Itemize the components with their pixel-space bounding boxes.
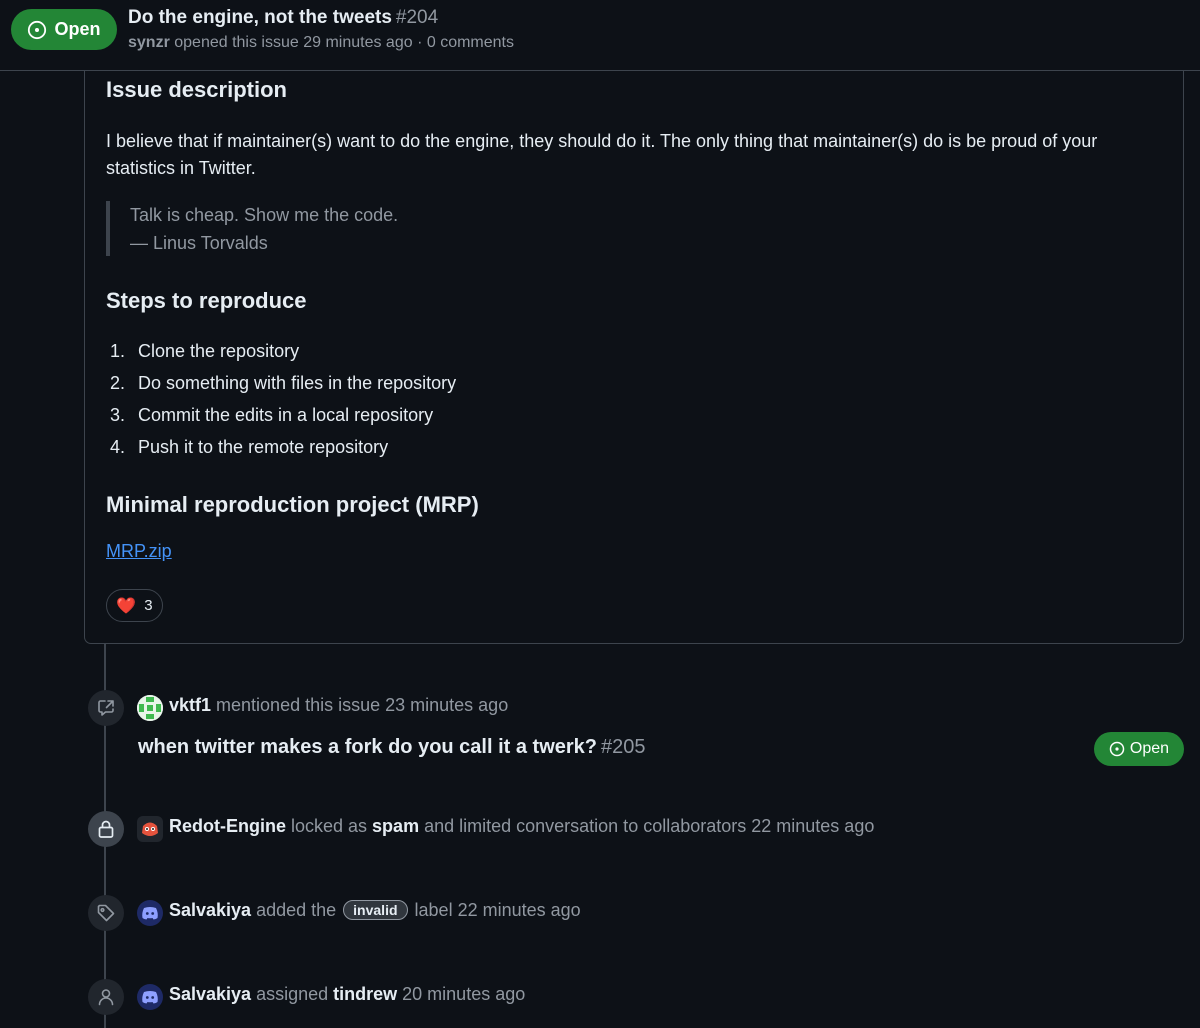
event-text: locked as — [286, 816, 373, 836]
timeline-event-lock: Redot-Engine locked as spam and limited … — [169, 816, 874, 837]
issue-meta-text: opened this issue 29 minutes ago · 0 com… — [169, 34, 514, 51]
heading-issue-description: Issue description — [106, 77, 287, 102]
tag-icon — [97, 904, 115, 922]
issue-author-link[interactable]: synzr — [128, 34, 170, 51]
quote-line: Talk is cheap. Show me the code. — [130, 205, 399, 225]
issue-title-text: Do the engine, not the tweets — [128, 7, 392, 28]
quote-attribution: — Linus Torvalds — [130, 233, 268, 253]
issue-state-badge: Open — [11, 9, 117, 50]
avatar[interactable] — [137, 816, 163, 842]
list-text: Do something with files in the repositor… — [138, 373, 457, 393]
heart-reaction-button[interactable]: ❤️ 3 — [106, 589, 163, 622]
event-text: label 22 minutes ago — [409, 900, 581, 920]
issue-meta: synzr opened this issue 29 minutes ago ·… — [128, 34, 514, 52]
list-number: 4. — [110, 437, 126, 457]
referenced-issue-link[interactable]: when twitter makes a fork do you call it… — [138, 736, 646, 759]
issue-title: Do the engine, not the tweets #204 — [128, 7, 438, 29]
referenced-issue-number: #205 — [601, 736, 646, 758]
lock-reason: spam — [372, 816, 420, 836]
event-user-link[interactable]: Salvakiya — [169, 900, 251, 920]
issue-opened-icon — [1109, 741, 1125, 757]
referenced-issue-state-badge: Open — [1094, 732, 1184, 766]
lock-icon — [98, 820, 114, 838]
event-text: added the — [251, 900, 342, 920]
avatar[interactable] — [137, 695, 163, 721]
referenced-issue-state-label: Open — [1129, 740, 1170, 757]
issue-paragraph: I believe that if maintainer(s) want to … — [106, 131, 1098, 178]
discord-logo-icon — [142, 907, 158, 920]
heading-mrp: Minimal reproduction project (MRP) — [106, 492, 479, 517]
event-text: and limited conversation to collaborator… — [419, 816, 875, 836]
event-text: mentioned this issue 23 minutes ago — [211, 695, 509, 715]
list-text: Commit the edits in a local repository — [138, 405, 434, 425]
list-number: 3. — [110, 405, 126, 425]
list-number: 2. — [110, 373, 126, 393]
list-item: 2. Do something with files in the reposit… — [110, 368, 456, 400]
list-item: 1. Clone the repository — [110, 336, 456, 368]
reaction-count: 3 — [144, 597, 153, 614]
cross-reference-badge — [88, 690, 124, 726]
person-icon — [98, 989, 114, 1006]
avatar[interactable] — [137, 900, 163, 926]
event-user-link[interactable]: Salvakiya — [169, 984, 251, 1004]
list-item: 4. Push it to the remote repository — [110, 432, 456, 464]
lock-badge — [88, 811, 124, 847]
heading-steps: Steps to reproduce — [106, 288, 307, 313]
timeline-event-label: Salvakiya added the invalid label 22 min… — [169, 900, 581, 921]
issue-sticky-header: Open Do the engine, not the tweets #204 s… — [0, 0, 1200, 71]
user-avatar-icon — [137, 695, 163, 721]
person-badge — [88, 979, 124, 1015]
issue-state-label: Open — [54, 19, 101, 39]
list-text: Push it to the remote repository — [138, 437, 389, 457]
list-text: Clone the repository — [138, 341, 300, 361]
issue-label-invalid[interactable]: invalid — [343, 900, 408, 920]
list-item: 3. Commit the edits in a local repository — [110, 400, 456, 432]
issue-opened-icon — [28, 20, 47, 39]
cross-reference-icon — [98, 700, 114, 716]
event-user-link[interactable]: Redot-Engine — [169, 816, 286, 836]
timeline-event-mention: vktf1 mentioned this issue 23 minutes ag… — [169, 695, 508, 716]
discord-logo-icon — [142, 991, 158, 1004]
mrp-attachment-link[interactable]: MRP.zip — [106, 541, 172, 562]
referenced-issue-title: when twitter makes a fork do you call it… — [138, 736, 598, 758]
event-text: assigned — [251, 984, 334, 1004]
timeline-event-assign: Salvakiya assigned tindrew 20 minutes ag… — [169, 984, 525, 1005]
avatar[interactable] — [137, 984, 163, 1010]
blockquote: Talk is cheap. Show me the code. — Linus… — [106, 201, 398, 256]
list-number: 1. — [110, 341, 126, 361]
issue-number: #204 — [395, 7, 439, 28]
event-user-link[interactable]: vktf1 — [169, 695, 211, 715]
event-text: 20 minutes ago — [397, 984, 526, 1004]
assignee-link[interactable]: tindrew — [333, 984, 397, 1004]
steps-list: 1. Clone the repository 2. Do something wi… — [110, 336, 456, 464]
heart-emoji-icon: ❤️ — [116, 597, 137, 615]
tag-badge — [88, 895, 124, 931]
redot-logo-icon — [142, 822, 158, 836]
